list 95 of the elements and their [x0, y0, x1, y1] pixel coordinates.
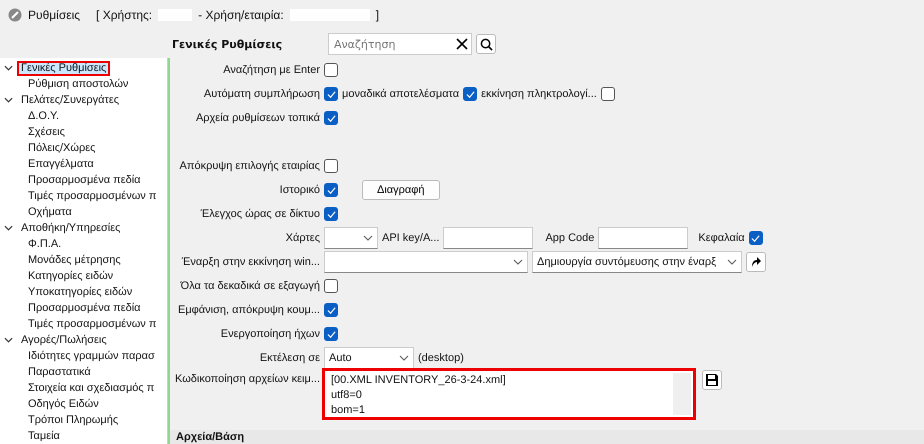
- tree-item[interactable]: Επαγγέλματα: [24, 156, 98, 172]
- field-label: Έλεγχος ώρας σε δίκτυο: [200, 208, 320, 220]
- chevron-down-icon: [363, 235, 373, 241]
- map-dropdown[interactable]: [324, 227, 378, 249]
- tree-item[interactable]: Παραστατικά: [24, 364, 95, 380]
- chevron-down-icon: [513, 259, 523, 265]
- field-label: Όλα τα δεκαδικά σε εξαγωγή: [179, 280, 320, 292]
- field-label: Έναρξη στην εκκίνηση win...: [180, 256, 320, 268]
- tree-item[interactable]: Σχέσεις: [24, 124, 69, 140]
- api-key-field[interactable]: [443, 227, 534, 249]
- tree-item[interactable]: Υποκατηγορίες ειδών: [24, 284, 136, 300]
- checkbox[interactable]: [324, 183, 338, 197]
- option-label: εκκίνηση πληκτρολογί...: [481, 88, 597, 100]
- checkmark-icon: [326, 210, 336, 218]
- encoding-text: [00.XML INVENTORY_26-3-24.xml] utf8=0 bom=1: [330, 373, 507, 417]
- checkbox[interactable]: [324, 327, 338, 341]
- page-title: Γενικές Ρυθμίσεις: [172, 38, 284, 50]
- tree-item[interactable]: Φ.Π.Α.: [24, 236, 66, 252]
- checkbox[interactable]: [324, 87, 338, 101]
- checkbox[interactable]: [324, 303, 338, 317]
- tree-item[interactable]: Ρύθμιση αποστολών: [24, 76, 132, 92]
- chevron-down-icon[interactable]: [4, 337, 13, 343]
- field-label: Κωδικοποίηση αρχείων κειμ...: [174, 373, 320, 385]
- tree-item[interactable]: Οδηγός Ειδών: [24, 396, 103, 412]
- window-title: Ρυθμίσεις: [28, 8, 80, 22]
- search-icon: [480, 38, 492, 50]
- checkbox[interactable]: [324, 159, 338, 173]
- tree-item[interactable]: Προσαρμοσμένα πεδία: [24, 300, 145, 316]
- field-label: Χάρτες: [284, 232, 320, 244]
- chevron-down-icon: [727, 259, 737, 265]
- field-label: Αναζήτηση με Enter: [222, 64, 320, 76]
- shortcut-button[interactable]: [746, 252, 766, 272]
- tree-item[interactable]: Ταμεία: [24, 428, 64, 444]
- checkmark-icon: [326, 90, 336, 98]
- tree-item[interactable]: Τιμές προσαρμοσμένων π: [24, 188, 160, 204]
- arrow-icon: [750, 256, 762, 268]
- checkmark-icon: [751, 234, 760, 242]
- search-field[interactable]: Αναζήτηση: [328, 33, 472, 55]
- checkmark-icon: [326, 306, 336, 314]
- tree-item[interactable]: Τιμές προσαρμοσμένων π: [24, 316, 160, 332]
- run-mode-dropdown[interactable]: Auto: [324, 347, 414, 369]
- tree-item[interactable]: Οχήματα: [24, 204, 76, 220]
- field-label: Εμφάνιση, απόκρυψη κουμ...: [177, 304, 320, 316]
- tree-item[interactable]: Δ.Ο.Υ.: [24, 108, 64, 124]
- search-button[interactable]: [476, 34, 496, 54]
- tree-item[interactable]: Γενικές Ρυθμίσεις: [17, 60, 110, 76]
- field-label: Ιστορικό: [278, 184, 320, 196]
- option-label: μοναδικά αποτελέσματα: [342, 88, 460, 100]
- chevron-down-icon[interactable]: [4, 225, 13, 231]
- bracket-text: ]: [376, 8, 380, 22]
- checkbox[interactable]: [463, 87, 478, 101]
- user-label: [ Χρήστης:: [96, 8, 152, 22]
- checkbox[interactable]: [324, 111, 338, 125]
- chevron-down-icon[interactable]: [4, 65, 13, 71]
- field-label: API key/A...: [382, 232, 440, 244]
- field-label: Εκτέλεση σε: [258, 352, 320, 364]
- checkbox[interactable]: [324, 207, 338, 221]
- field-label: Ενεργοποίηση ήχων: [220, 328, 320, 340]
- startup-dropdown[interactable]: [324, 251, 528, 273]
- search-input[interactable]: Αναζήτηση: [332, 36, 456, 52]
- field-label: Αυτόματη συμπλήρωση: [202, 88, 320, 100]
- tree-item[interactable]: Κατηγορίες ειδών: [24, 268, 118, 284]
- mode-note: (desktop): [418, 352, 464, 364]
- checkmark-icon: [326, 114, 336, 122]
- field-label: Κεφαλαία: [698, 232, 745, 244]
- chevron-down-icon[interactable]: [4, 97, 13, 103]
- chevron-down-icon: [399, 355, 409, 361]
- app-icon: [8, 8, 22, 22]
- checkbox[interactable]: [600, 87, 615, 101]
- tree-item[interactable]: Πόλεις/Χώρες: [24, 140, 100, 156]
- tree-item[interactable]: Αποθήκη/Υπηρεσίες: [17, 220, 124, 236]
- checkmark-icon: [466, 90, 475, 98]
- tree-item[interactable]: Μονάδες μέτρησης: [24, 252, 125, 268]
- save-button[interactable]: [702, 370, 722, 390]
- checkbox[interactable]: [324, 63, 338, 77]
- tree-item[interactable]: Πελάτες/Συνεργάτες: [17, 92, 124, 108]
- delete-button[interactable]: Διαγραφή: [362, 180, 440, 200]
- section-header: Αρχεία/Βάση: [170, 430, 924, 444]
- field-label: Απόκρυψη επιλογής εταιρίας: [178, 160, 320, 172]
- close-icon[interactable]: [456, 38, 468, 50]
- tree-item[interactable]: Τρόποι Πληρωμής: [24, 412, 122, 428]
- checkbox[interactable]: [748, 231, 763, 245]
- tree-item[interactable]: Ιδιότητες γραμμών παρασ: [24, 348, 159, 364]
- tree-item[interactable]: Αγορές/Πωλήσεις: [17, 332, 111, 348]
- field-label: App Code: [545, 232, 594, 244]
- field-label: Αρχεία ρυθμίσεων τοπικά: [194, 112, 320, 124]
- tree-item[interactable]: Στοιχεία και σχεδιασμός π: [24, 380, 158, 396]
- tree-item[interactable]: Προσαρμοσμένα πεδία: [24, 172, 145, 188]
- checkbox[interactable]: [324, 279, 338, 293]
- company-label: - Χρήση/εταιρία:: [198, 8, 284, 22]
- shortcut-dropdown[interactable]: Δημιουργία συντόμευσης στην έναρξ: [532, 251, 742, 273]
- checkmark-icon: [326, 186, 336, 194]
- app-code-field[interactable]: [598, 227, 688, 249]
- checkmark-icon: [326, 330, 336, 338]
- text-area[interactable]: [00.XML INVENTORY_26-3-24.xml] utf8=0 bom=1: [324, 370, 694, 418]
